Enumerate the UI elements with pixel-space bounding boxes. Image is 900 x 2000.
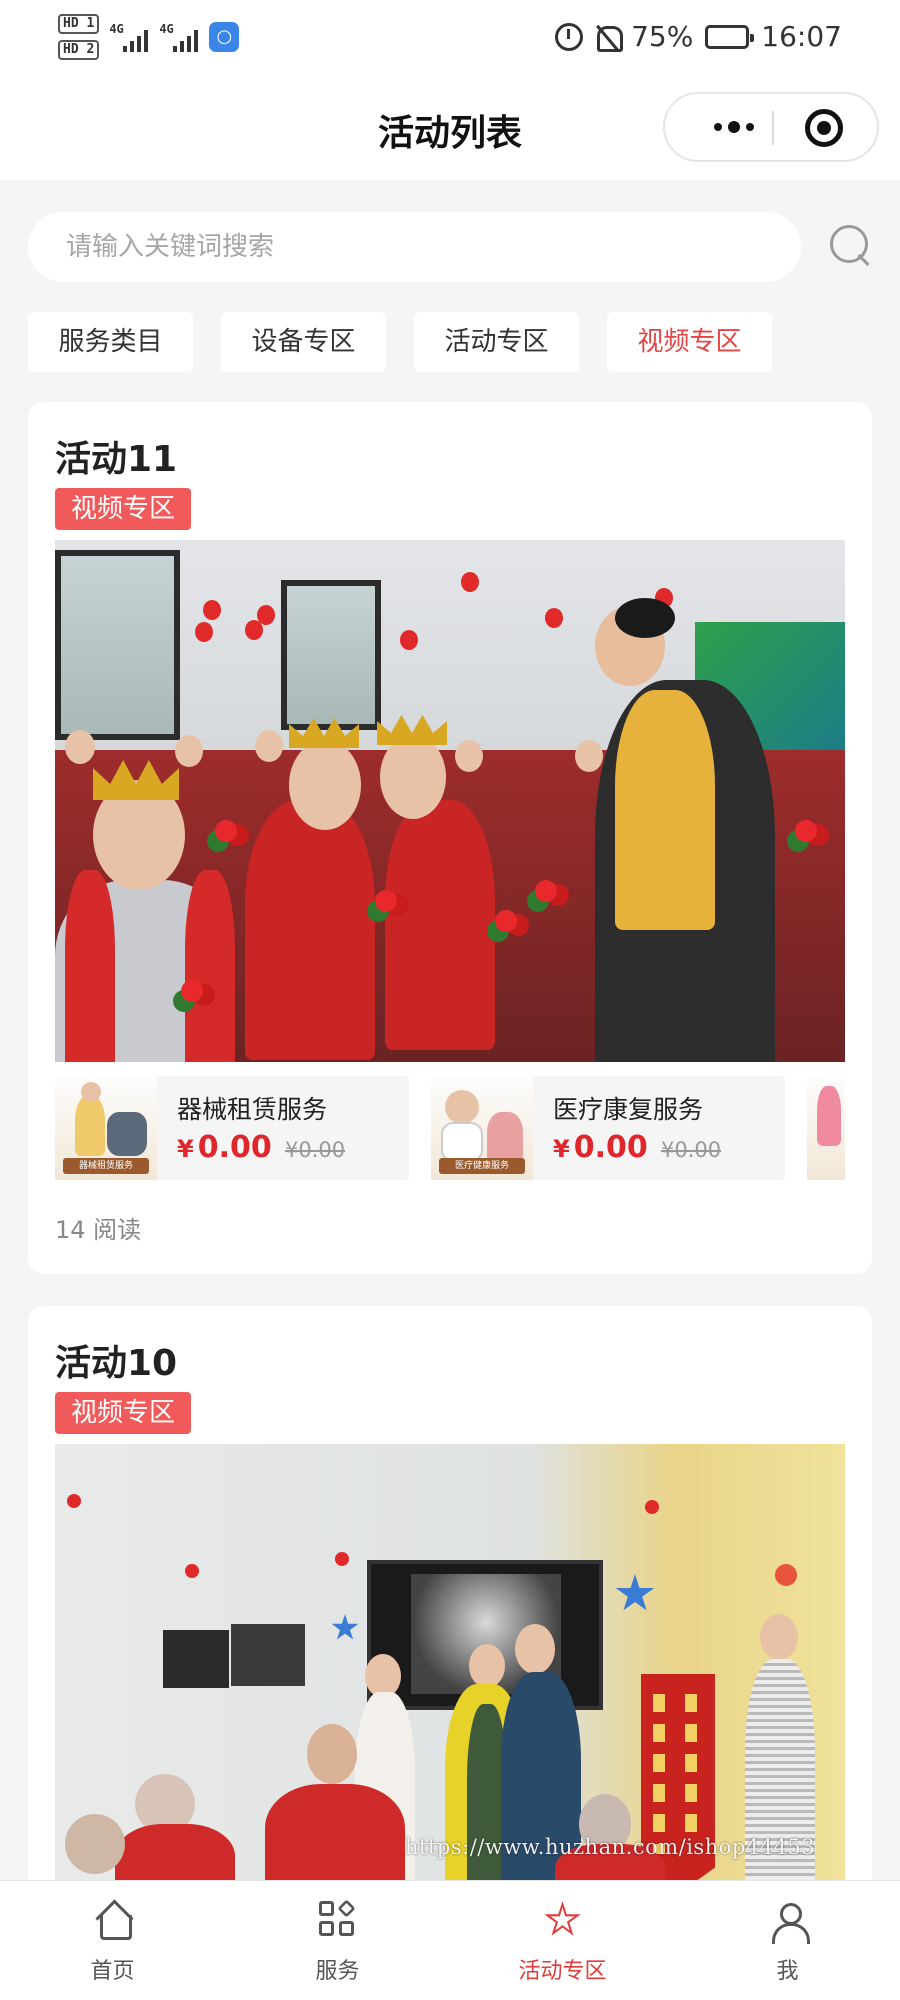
tab-service-category[interactable]: 服务类目 [28,312,193,372]
star-icon [544,1901,581,1936]
activity-image[interactable] [55,540,845,1062]
status-bar: HD 1 HD 2 4G 4G ○ 75% 16:07 [0,0,900,80]
product-old-price: ¥0.00 [661,1138,722,1162]
category-tabs: 服务类目 设备专区 活动专区 视频专区 [28,312,772,372]
more-dots-icon[interactable] [695,94,773,160]
product-old-price: ¥0.00 [285,1138,346,1162]
battery-icon [705,24,755,49]
tabbar-item-home[interactable]: 首页 [0,1881,225,2000]
product-strip: 器械租赁服务 器械租赁服务 ¥0.00 ¥0.00 医疗健康服务 医疗康复服务 … [55,1076,845,1180]
clock: 16:07 [761,20,842,53]
battery-percent: 75% [631,20,694,53]
tab-equipment-zone[interactable]: 设备专区 [221,312,386,372]
search-input[interactable] [28,212,801,282]
product-thumbnail: 器械租赁服务 [55,1076,157,1180]
product-thumbnail: 医疗健康服务 [431,1076,533,1180]
signal-icon: 4G [159,22,199,52]
grid-icon [318,1899,357,1939]
activity-image[interactable] [55,1444,845,1884]
tabbar-label: 我 [776,1959,799,1984]
product-price: ¥0.00 [177,1130,272,1165]
tab-video-zone[interactable]: 视频专区 [607,312,772,372]
user-icon [769,1901,810,1944]
product-thumb-label: 器械租赁服务 [63,1158,149,1174]
read-count: 14 阅读 [55,1216,142,1244]
tabbar-item-service[interactable]: 服务 [225,1881,450,2000]
product-card[interactable] [807,1076,845,1180]
sim1-badge: HD 1 [58,14,100,34]
app-notification-icon: ○ [209,22,240,52]
status-right: 75% 16:07 [555,20,842,53]
product-card[interactable]: 器械租赁服务 器械租赁服务 ¥0.00 ¥0.00 [55,1076,409,1180]
sim2-badge: HD 2 [58,40,100,60]
watermark: https://www.huzhan.com/ishop44453 [405,1835,816,1859]
tabbar-label: 首页 [90,1959,135,1984]
photo-elderly-celebration [55,540,845,1062]
product-name: 器械租赁服务 [177,1095,328,1124]
product-price: ¥0.00 [553,1130,648,1165]
product-thumb-label: 医疗健康服务 [439,1158,525,1174]
target-icon[interactable] [805,109,843,147]
capsule-divider [772,111,774,145]
activity-card[interactable]: 活动11 视频专区 器械租赁服务 器械租赁服务 ¥ 0.00 ¥0.00 医疗健… [28,402,872,1274]
alarm-icon [555,22,584,51]
activity-title: 活动10 [55,1343,178,1384]
activity-tag: 视频专区 [55,1392,192,1434]
product-card[interactable]: 医疗健康服务 医疗康复服务 ¥0.00 ¥0.00 [431,1076,785,1180]
home-icon [94,1901,132,1940]
activity-title: 活动11 [55,439,178,480]
tabbar-item-activity[interactable]: 活动专区 [450,1881,675,2000]
mute-bell-icon [595,24,624,52]
tabbar-label: 服务 [315,1959,360,1984]
product-name: 医疗康复服务 [553,1095,704,1124]
activity-tag: 视频专区 [55,488,192,530]
tabbar-label: 活动专区 [518,1959,607,1984]
tabbar-item-me[interactable]: 我 [675,1881,900,2000]
bottom-tabbar: 首页 服务 活动专区 我 [0,1880,900,2000]
signal-icon: 4G [109,22,149,52]
photo-performance [55,1444,845,1884]
tab-activity-zone[interactable]: 活动专区 [414,312,579,372]
status-left: HD 1 HD 2 4G 4G ○ [58,14,240,60]
product-thumbnail [807,1076,845,1180]
search-icon[interactable] [830,225,872,267]
nav-header: 活动列表 [0,80,900,180]
miniprogram-capsule [663,92,879,162]
